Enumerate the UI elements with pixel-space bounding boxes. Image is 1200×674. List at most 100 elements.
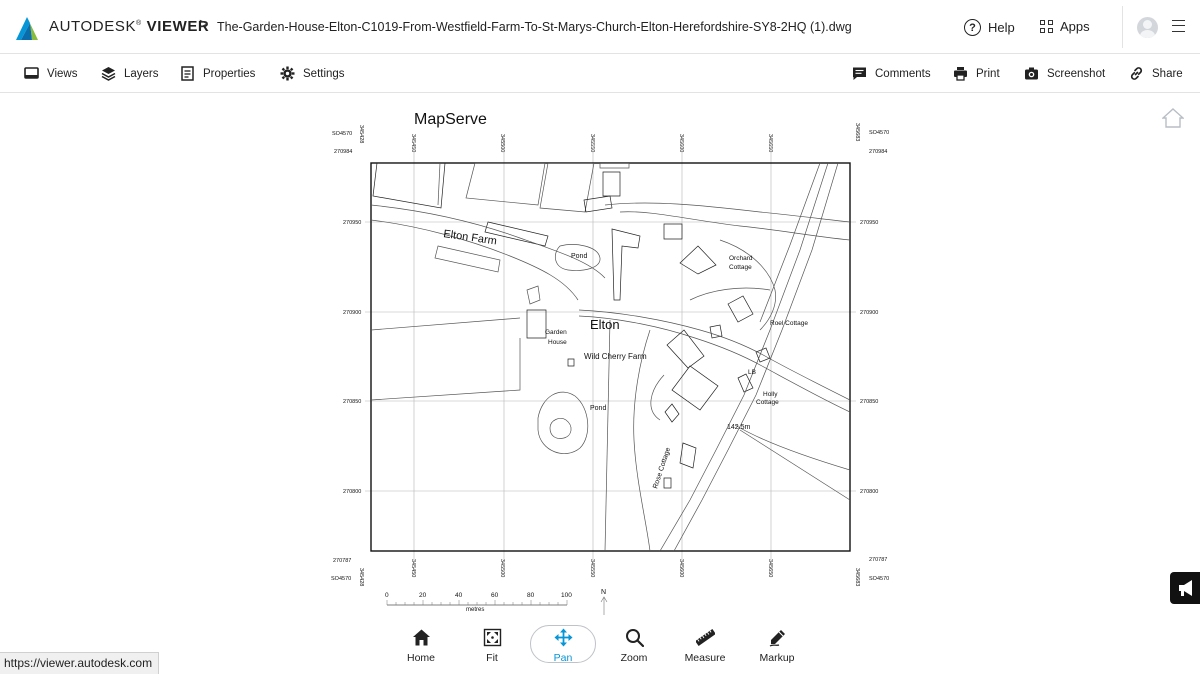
fit-label: Fit <box>486 652 498 664</box>
top-header: AUTODESK® VIEWER > The-Garden-House-Elto… <box>0 0 1200 54</box>
easting-top-label: 345550 <box>589 134 595 152</box>
drawing-canvas[interactable]: MapServe SO4570 270984 SO4570 270984 270… <box>0 94 1200 616</box>
views-button[interactable]: Views <box>24 66 77 81</box>
document-filename: The-Garden-House-Elton-C1019-From-Westfi… <box>217 20 852 34</box>
user-avatar[interactable] <box>1137 17 1158 38</box>
label-garden-house-2: House <box>548 339 567 346</box>
measure-button[interactable]: Measure <box>675 628 735 664</box>
search-zoom-icon <box>625 629 644 647</box>
easting-corner-top-left: 345428 <box>358 125 364 143</box>
apps-label: Apps <box>1060 19 1090 34</box>
label-pond-north: Pond <box>571 253 587 260</box>
northing-bottom-left: 270787 <box>333 558 351 564</box>
help-icon: ? <box>964 19 981 36</box>
site-plan-drawing[interactable]: MapServe SO4570 270984 SO4570 270984 270… <box>0 94 1200 616</box>
views-icon <box>24 67 39 79</box>
brand-prefix: AUTODESK <box>49 18 137 35</box>
label-spot-height: 142.5m <box>727 424 751 431</box>
comment-icon <box>853 67 866 80</box>
grid-ref-top-right: SO4570 <box>869 130 889 136</box>
label-pond-south: Pond <box>590 405 606 412</box>
label-orchard-cottage-1: Orchard <box>729 255 753 262</box>
screenshot-button[interactable]: Screenshot <box>1024 66 1105 81</box>
pan-button[interactable]: Pan <box>533 628 593 664</box>
comments-button[interactable]: Comments <box>852 66 931 81</box>
scale-tick-label: 100 <box>561 592 572 599</box>
autodesk-logo-icon[interactable] <box>14 15 40 41</box>
label-holly-cottage-2: Cottage <box>756 399 779 406</box>
properties-icon <box>181 66 194 81</box>
feedback-tab[interactable] <box>1170 572 1200 604</box>
fit-icon <box>483 628 501 647</box>
scale-bar: 0 20 40 60 80 100 metres <box>385 592 572 613</box>
label-garden-house-1: Garden <box>545 329 567 336</box>
print-button[interactable]: Print <box>953 66 1000 81</box>
northing-right-label: 270850 <box>860 399 878 405</box>
apps-button[interactable]: Apps <box>1040 19 1090 34</box>
breadcrumb-separator: > <box>199 16 209 33</box>
menu-hamburger-icon[interactable] <box>1172 20 1185 32</box>
layers-button[interactable]: Layers <box>101 66 159 81</box>
home-icon <box>412 629 430 646</box>
gear-icon <box>280 66 295 81</box>
views-label: Views <box>47 67 78 80</box>
easting-top-label: 345600 <box>678 134 684 152</box>
zoom-button[interactable]: Zoom <box>604 628 664 664</box>
header-divider <box>1122 6 1123 48</box>
north-arrow-icon: N <box>600 589 608 615</box>
easting-bottom-label: 345450 <box>410 559 416 577</box>
settings-label: Settings <box>303 67 345 80</box>
scale-tick-label: 80 <box>527 592 535 599</box>
easting-corner-bottom-left: 345428 <box>358 568 364 586</box>
easting-bottom-label: 345650 <box>767 559 773 577</box>
ruler-icon <box>695 629 715 646</box>
navigation-toolbar: Home Fit Pan Zoom Measure Markup <box>0 616 1200 674</box>
properties-label: Properties <box>203 67 256 80</box>
northing-left-label: 270800 <box>343 489 361 495</box>
fit-button[interactable]: Fit <box>462 628 522 664</box>
grid-ref-top-left: SO4570 <box>332 131 352 137</box>
northing-left-label: 270850 <box>343 399 361 405</box>
markup-button[interactable]: Markup <box>747 628 807 664</box>
layers-icon <box>101 67 116 81</box>
pan-label: Pan <box>553 652 573 664</box>
zoom-label: Zoom <box>620 652 648 664</box>
northing-top-left: 270984 <box>334 149 352 155</box>
viewer-toolbar: Views Layers Properties Settings Comment… <box>0 55 1200 93</box>
settings-button[interactable]: Settings <box>280 66 345 81</box>
properties-button[interactable]: Properties <box>180 66 255 81</box>
easting-top-label: 345450 <box>410 134 416 152</box>
northing-right-label: 270900 <box>860 310 878 316</box>
link-icon <box>1130 67 1143 80</box>
label-elton-farm: Elton Farm <box>443 228 498 247</box>
help-button[interactable]: ? Help <box>964 19 1015 36</box>
app-brand: AUTODESK® VIEWER <box>49 18 210 35</box>
easting-bottom-label: 345550 <box>589 559 595 577</box>
grid-ref-bottom-right: SO4570 <box>869 576 889 582</box>
print-label: Print <box>976 67 1000 80</box>
measure-label: Measure <box>684 652 726 664</box>
northing-left-label: 270950 <box>343 220 361 226</box>
northing-left-label: 270900 <box>343 310 361 316</box>
easting-bottom-label: 345600 <box>678 559 684 577</box>
scale-tick-label: 0 <box>385 592 389 599</box>
home-label: Home <box>406 652 435 664</box>
label-roel-cottage: Roel Cottage <box>770 320 808 327</box>
markup-label: Markup <box>759 652 795 664</box>
comments-label: Comments <box>875 67 931 80</box>
easting-corner-top-right: 345683 <box>854 123 860 141</box>
scale-unit-label: metres <box>466 607 484 613</box>
label-orchard-cottage-2: Cottage <box>729 264 752 271</box>
northing-top-right: 270984 <box>869 149 887 155</box>
scale-tick-label: 40 <box>455 592 463 599</box>
print-icon <box>954 67 967 81</box>
status-url: https://viewer.autodesk.com <box>0 652 160 674</box>
home-button[interactable]: Home <box>391 628 451 664</box>
pen-markup-icon <box>769 630 785 647</box>
home-view-icon[interactable] <box>1162 108 1184 128</box>
label-rose-cottage: Rose Cottage <box>652 447 672 490</box>
share-button[interactable]: Share <box>1129 66 1183 81</box>
mapserve-title: MapServe <box>414 111 487 128</box>
northing-bottom-right: 270787 <box>869 557 887 563</box>
label-wild-cherry-farm: Wild Cherry Farm <box>584 352 647 361</box>
